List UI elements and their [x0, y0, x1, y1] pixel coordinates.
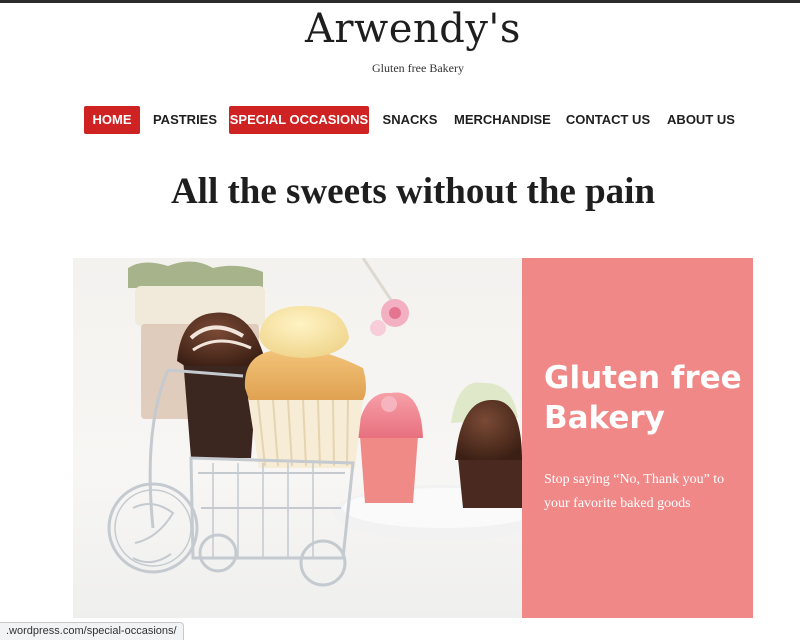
promo-panel: Gluten free Bakery Stop saying “No, Than…	[522, 258, 753, 618]
nav-item-special-occasions[interactable]: SPECIAL OCCASIONS	[229, 106, 369, 134]
site-tagline: Gluten free Bakery	[372, 61, 464, 75]
site-title[interactable]: Arwendy's	[0, 6, 800, 52]
browser-top-edge	[0, 0, 800, 3]
nav-item-pastries[interactable]: PASTRIES	[150, 106, 220, 134]
promo-title: Gluten free Bakery	[544, 360, 742, 436]
nav-item-snacks[interactable]: SNACKS	[380, 106, 440, 134]
nav-item-about-us[interactable]: ABOUT US	[665, 106, 737, 134]
hero-cupcake-photo	[73, 258, 522, 618]
status-bar-url: .wordpress.com/special-occasions/	[0, 622, 184, 640]
nav-item-contact-us[interactable]: CONTACT US	[563, 106, 653, 134]
promo-text: Stop saying “No, Thank you” to your favo…	[544, 472, 725, 511]
hero-heading: All the sweets without the pain	[170, 171, 656, 212]
main-navigation: HOME PASTRIES SPECIAL OCCASIONS SNACKS M…	[0, 106, 800, 134]
nav-item-merchandise[interactable]: MERCHANDISE	[454, 106, 551, 134]
nav-item-home[interactable]: HOME	[84, 106, 140, 134]
